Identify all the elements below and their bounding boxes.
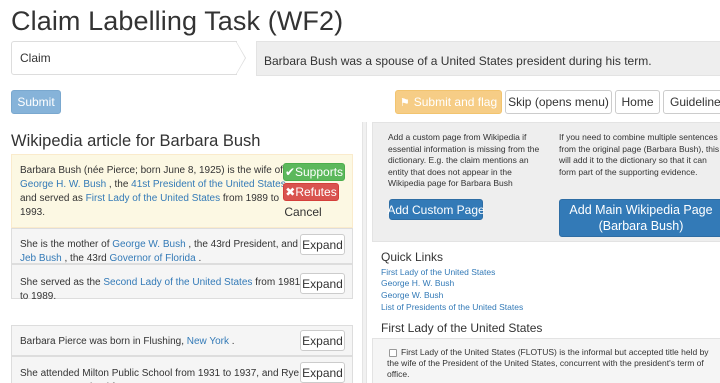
section-title: First Lady of the United States <box>381 321 543 335</box>
cancel-button[interactable]: Cancel <box>282 203 324 221</box>
submit-and-flag-button[interactable]: ⚑ Submit and flag <box>395 90 502 114</box>
link-george-w-bush[interactable]: George W. Bush <box>112 239 185 250</box>
sentence-text: She is the mother of George W. Bush , th… <box>20 239 298 264</box>
link-first-lady[interactable]: First Lady of the United States <box>86 193 221 204</box>
link-41st-president[interactable]: 41st President of the United States <box>131 179 286 190</box>
link-jeb-bush[interactable]: Jeb Bush <box>20 253 62 264</box>
flag-icon: ⚑ <box>399 96 410 109</box>
skip-button[interactable]: Skip (opens menu) <box>505 90 612 114</box>
article-title: Wikipedia article for Barbara Bush <box>11 132 261 150</box>
sentence-text: Barbara Bush (née Pierce; born June 8, 1… <box>20 165 291 218</box>
section-text: First Lady of the United States (FLOTUS)… <box>387 347 709 379</box>
refutes-button[interactable]: ✖Refutes <box>283 183 339 201</box>
link-new-york[interactable]: New York <box>187 336 229 347</box>
claim-label: Claim <box>11 41 237 75</box>
custom-page-help: Add a custom page from Wikipedia if esse… <box>388 132 540 188</box>
expand-button[interactable]: Expand <box>300 330 345 351</box>
quick-link[interactable]: List of Presidents of the United States <box>381 302 523 312</box>
quick-link[interactable]: First Lady of the United States <box>381 267 495 277</box>
home-button[interactable]: Home <box>615 90 660 114</box>
submit-and-flag-label: Submit and flag <box>413 95 498 109</box>
link-george-hw-bush[interactable]: George H. W. Bush <box>20 179 106 190</box>
link-governor-of-florida[interactable]: Governor of Florida <box>110 253 196 264</box>
quick-link[interactable]: George W. Bush <box>381 290 443 300</box>
expand-button[interactable]: Expand <box>300 362 345 383</box>
main-page-help: If you need to combine multiple sentence… <box>559 132 720 177</box>
add-custom-page-button[interactable]: Add Custom Page <box>387 199 485 220</box>
sentence-text: She served as the Second Lady of the Uni… <box>20 277 301 302</box>
quick-links-title: Quick Links <box>381 250 444 264</box>
expand-button[interactable]: Expand <box>300 273 345 294</box>
sentence-text: Barbara Pierce was born in Flushing, New… <box>20 336 235 347</box>
supports-button[interactable]: ✔Supports <box>283 163 345 181</box>
panel-divider[interactable] <box>362 122 367 383</box>
claim-arrow-inner <box>236 42 245 74</box>
sentence-text: She attended Milton Public School from 1… <box>20 368 300 383</box>
page-title: Claim Labelling Task (WF2) <box>11 6 344 36</box>
quick-link[interactable]: George H. W. Bush <box>381 278 454 288</box>
guidelines-button[interactable]: Guidelines <box>663 90 720 114</box>
link-second-lady[interactable]: Second Lady of the United States <box>103 277 252 288</box>
submit-button[interactable]: Submit <box>11 90 61 114</box>
add-main-wikipedia-page-button[interactable]: Add Main Wikipedia Page (Barbara Bush) <box>559 199 720 237</box>
expand-button[interactable]: Expand <box>300 234 345 255</box>
claim-text: Barbara Bush was a spouse of a United St… <box>256 41 720 76</box>
